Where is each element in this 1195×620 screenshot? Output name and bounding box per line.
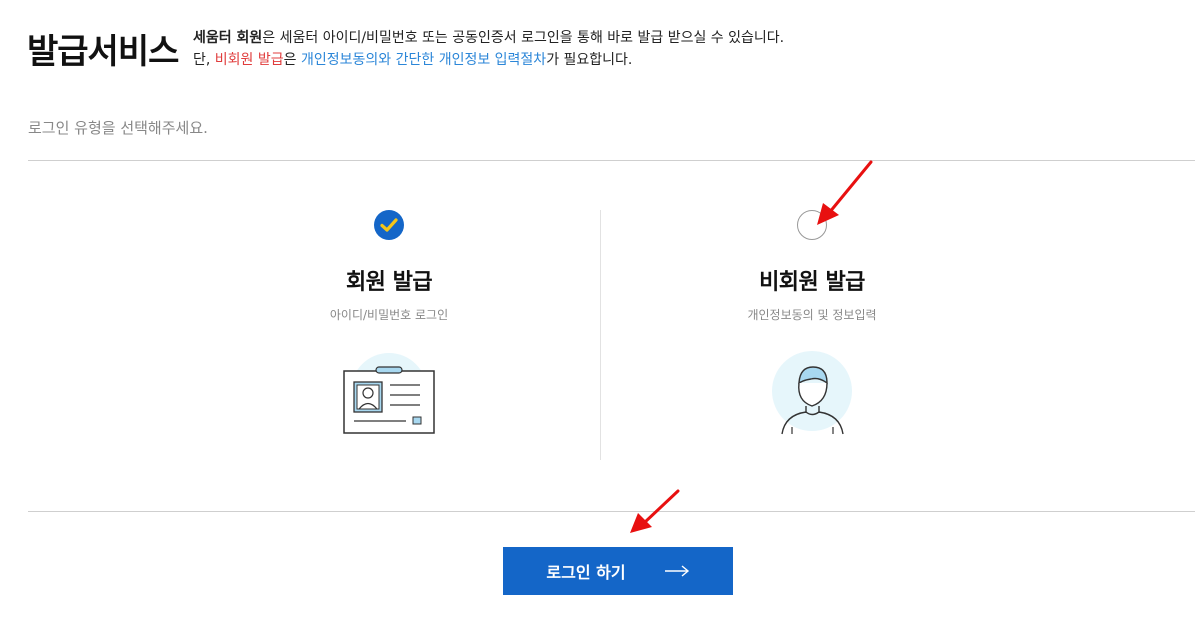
check-icon — [380, 218, 398, 232]
intro-line-2-suffix: 가 필요합니다. — [546, 52, 633, 68]
person-icon — [757, 349, 867, 449]
intro-line-2-prefix: 단, — [193, 52, 215, 68]
login-type-guide: 로그인 유형을 선택해주세요. — [28, 119, 208, 137]
top-divider — [28, 160, 1195, 161]
member-option-title: 회원 발급 — [345, 270, 433, 295]
guest-highlight: 비회원 발급 — [214, 52, 284, 68]
member-radio-checked-icon[interactable] — [374, 210, 404, 240]
member-issuance-option[interactable]: 회원 발급 아이디/비밀번호 로그인 — [239, 205, 539, 449]
intro-text: 세움터 회원은 세움터 아이디/비밀번호 또는 공동인증서 로그인을 통해 바로… — [193, 27, 784, 71]
annotation-arrow-icon — [630, 489, 680, 533]
login-button[interactable]: 로그인 하기 — [503, 547, 733, 595]
intro-line-1-text: 은 세움터 아이디/비밀번호 또는 공동인증서 로그인을 통해 바로 발급 받으… — [262, 30, 785, 46]
guest-issuance-option[interactable]: 비회원 발급 개인정보동의 및 정보입력 — [662, 205, 962, 449]
bottom-divider — [28, 511, 1195, 512]
intro-line-2-mid1: 은 — [283, 52, 301, 68]
info-input-highlight: 간단한 개인정보 입력절차 — [395, 52, 547, 68]
guest-radio-unchecked-icon[interactable] — [797, 210, 827, 240]
login-button-label: 로그인 하기 — [546, 563, 626, 582]
intro-line-1: 세움터 회원은 세움터 아이디/비밀번호 또는 공동인증서 로그인을 통해 바로… — [193, 27, 784, 49]
page-title: 발급서비스 — [27, 32, 179, 72]
member-highlight: 세움터 회원 — [193, 30, 263, 46]
issuance-service-page: 발급서비스 세움터 회원은 세움터 아이디/비밀번호 또는 공동인증서 로그인을… — [0, 0, 1195, 620]
guest-option-title: 비회원 발급 — [759, 270, 865, 295]
options-divider — [600, 210, 601, 460]
intro-line-2: 단, 비회원 발급은 개인정보동의와 간단한 개인정보 입력절차가 필요합니다. — [193, 49, 784, 71]
guest-option-subtitle: 개인정보동의 및 정보입력 — [747, 308, 877, 322]
consent-highlight: 개인정보동의와 — [300, 52, 392, 68]
id-card-icon — [334, 349, 444, 449]
member-option-subtitle: 아이디/비밀번호 로그인 — [329, 308, 449, 322]
arrow-right-icon — [664, 562, 690, 581]
